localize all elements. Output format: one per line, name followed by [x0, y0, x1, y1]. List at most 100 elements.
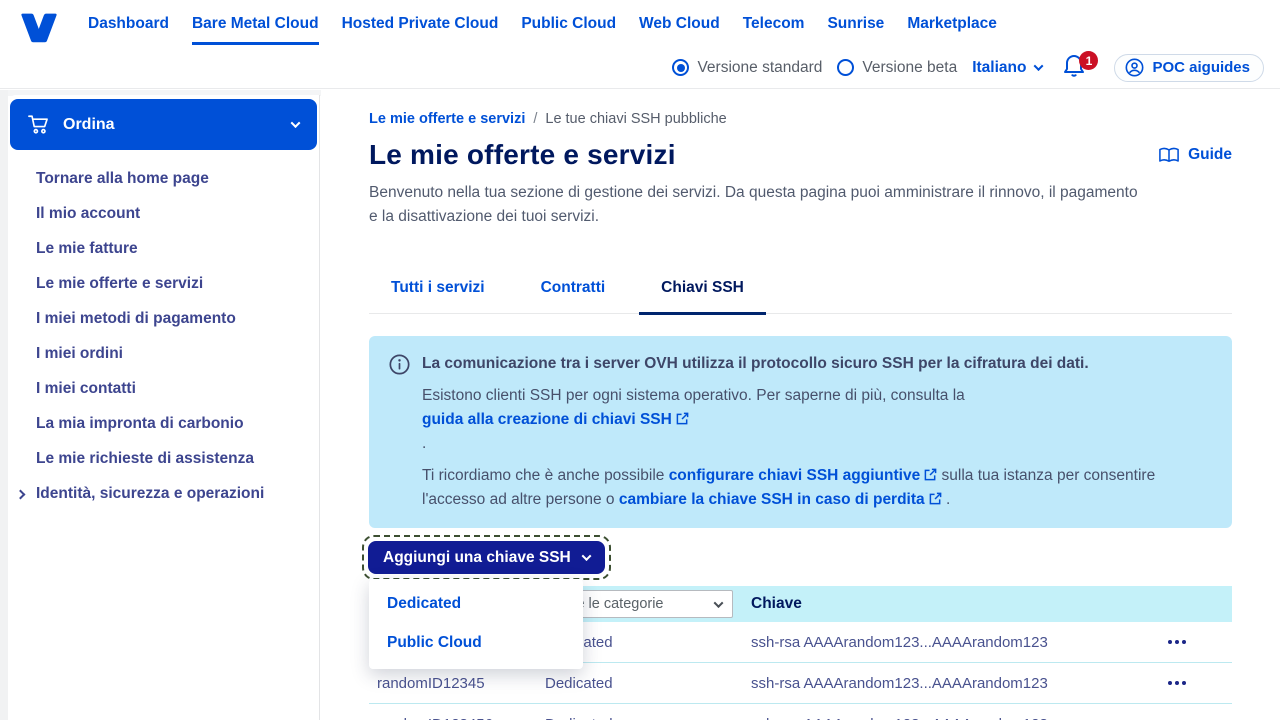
info-box-paragraph-2: Ti ricordiamo che è anche possibile conf… — [422, 464, 1208, 512]
notification-count-badge: 1 — [1079, 51, 1098, 70]
guide-link[interactable]: Guide — [1159, 146, 1232, 164]
chevron-down-icon — [714, 598, 724, 608]
external-link-icon — [929, 492, 942, 505]
nav-web-cloud[interactable]: Web Cloud — [639, 0, 720, 47]
sidebar-item-payment-methods[interactable]: I miei metodi di pagamento — [8, 302, 319, 337]
nav-marketplace[interactable]: Marketplace — [907, 0, 997, 47]
page-title: Le mie offerte e servizi — [369, 139, 676, 171]
nav-sunrise[interactable]: Sunrise — [827, 0, 884, 47]
breadcrumb-current: Le tue chiavi SSH pubbliche — [545, 111, 726, 127]
sidebar-item-services[interactable]: Le mie offerte e servizi — [8, 267, 319, 302]
row-actions-menu-button[interactable] — [1162, 673, 1192, 693]
language-selector[interactable]: Italiano — [972, 59, 1042, 77]
info-box-text: La comunicazione tra i server OVH utiliz… — [422, 352, 1208, 512]
nav-bare-metal-cloud[interactable]: Bare Metal Cloud — [192, 0, 319, 47]
key-column-header: Chiave — [751, 595, 1162, 613]
ssh-info-box: La comunicazione tra i server OVH utiliz… — [369, 336, 1232, 528]
info-box-title: La comunicazione tra i server OVH utiliz… — [422, 352, 1208, 376]
external-link-icon — [676, 412, 689, 425]
book-icon — [1159, 147, 1179, 164]
configure-additional-ssh-keys-link[interactable]: configurare chiavi SSH aggiuntive — [669, 467, 938, 484]
add-ssh-key-dropdown: Dedicated Public Cloud — [369, 579, 583, 669]
ssh-key-value: ssh-rsa AAAArandom123...AAAArandom123 — [751, 634, 1162, 651]
language-label: Italiano — [972, 59, 1026, 77]
notifications-button[interactable]: 1 — [1063, 53, 1085, 82]
link-label: configurare chiavi SSH aggiuntive — [669, 467, 921, 484]
info-text: Esistono clienti SSH per ogni sistema op… — [422, 387, 965, 404]
version-beta-radio[interactable]: Versione beta — [837, 59, 957, 77]
page-description: Benvenuto nella tua sezione di gestione … — [369, 181, 1147, 229]
ssh-key-category: Dedicated — [545, 675, 751, 692]
table-row: randomID123456 Dedicated ssh-rsa AAAAran… — [369, 704, 1232, 720]
user-icon — [1125, 58, 1144, 77]
version-standard-radio[interactable]: Versione standard — [672, 59, 822, 77]
breadcrumb-separator: / — [533, 111, 537, 127]
sidebar-item-support-requests[interactable]: Le mie richieste di assistenza — [8, 442, 319, 477]
title-row: Le mie offerte e servizi Guide — [369, 139, 1232, 171]
sidebar-item-carbon-footprint[interactable]: La mia impronta di carbonio — [8, 407, 319, 442]
ssh-key-creation-guide-link[interactable]: guida alla creazione di chiavi SSH — [422, 411, 689, 428]
order-button-label: Ordina — [63, 116, 115, 134]
info-box-paragraph-1: Esistono clienti SSH per ogni sistema op… — [422, 384, 1208, 456]
ovh-manager-page: Dashboard Bare Metal Cloud Hosted Privat… — [0, 0, 1280, 720]
guide-label: Guide — [1188, 146, 1232, 164]
ellipsis-icon — [1168, 640, 1172, 644]
utility-bar: Versione standard Versione beta Italiano… — [672, 53, 1264, 82]
nav-public-cloud[interactable]: Public Cloud — [521, 0, 616, 47]
version-beta-label: Versione beta — [862, 59, 957, 77]
sidebar: Ordina Tornare alla home page Il mio acc… — [8, 95, 320, 720]
ssh-key-id: randomID123456 — [369, 716, 545, 720]
table-row: randomID12345 Dedicated ssh-rsa AAAArand… — [369, 663, 1232, 704]
sidebar-item-orders[interactable]: I miei ordini — [8, 337, 319, 372]
sidebar-item-label: Identità, sicurezza e operazioni — [36, 485, 264, 502]
main-content: Le mie offerte e servizi / Le tue chiavi… — [321, 89, 1280, 720]
nav-hosted-private-cloud[interactable]: Hosted Private Cloud — [342, 0, 499, 47]
row-actions-menu-button[interactable] — [1162, 714, 1192, 720]
sidebar-item-account[interactable]: Il mio account — [8, 197, 319, 232]
nav-dashboard[interactable]: Dashboard — [88, 0, 169, 47]
chevron-down-icon — [1034, 61, 1044, 71]
top-header: Dashboard Bare Metal Cloud Hosted Privat… — [0, 0, 1280, 89]
sidebar-item-invoices[interactable]: Le mie fatture — [8, 232, 319, 267]
add-ssh-key-label: Aggiungi una chiave SSH — [383, 549, 571, 567]
menu-item-dedicated[interactable]: Dedicated — [369, 585, 583, 624]
radio-unselected-icon — [837, 59, 854, 76]
menu-item-public-cloud[interactable]: Public Cloud — [369, 624, 583, 663]
ssh-key-id: randomID12345 — [369, 675, 545, 692]
sidebar-item-identity-security[interactable]: Identità, sicurezza e operazioni — [8, 477, 319, 512]
tab-contracts[interactable]: Contratti — [519, 271, 628, 313]
primary-nav: Dashboard Bare Metal Cloud Hosted Privat… — [88, 0, 997, 47]
version-standard-label: Versione standard — [697, 59, 822, 77]
add-ssh-key-button[interactable]: Aggiungi una chiave SSH — [368, 541, 605, 574]
change-ssh-key-link[interactable]: cambiare la chiave SSH in caso di perdit… — [619, 491, 942, 508]
account-name: POC aiguides — [1152, 59, 1250, 76]
sidebar-item-home[interactable]: Tornare alla home page — [8, 162, 319, 197]
info-icon — [389, 354, 410, 375]
ssh-key-category: Dedicated — [545, 716, 751, 720]
focus-ring: Aggiungi una chiave SSH — [362, 535, 611, 580]
link-label: cambiare la chiave SSH in caso di perdit… — [619, 491, 925, 508]
tab-bar: Tutti i servizi Contratti Chiavi SSH — [369, 271, 1232, 314]
chevron-right-icon — [16, 490, 26, 500]
ssh-key-value: ssh-rsa AAAArandom123...AAAArandom123 — [751, 716, 1162, 720]
cart-icon — [28, 114, 50, 135]
info-text: Ti ricordiamo che è anche possibile — [422, 467, 669, 484]
breadcrumb: Le mie offerte e servizi / Le tue chiavi… — [369, 111, 1232, 127]
link-label: guida alla creazione di chiavi SSH — [422, 411, 672, 428]
order-button[interactable]: Ordina — [10, 99, 317, 150]
breadcrumb-parent-link[interactable]: Le mie offerte e servizi — [369, 111, 525, 127]
info-text: . — [422, 432, 1208, 456]
ovhcloud-logo-icon — [16, 6, 62, 48]
sidebar-item-contacts[interactable]: I miei contatti — [8, 372, 319, 407]
ssh-key-value: ssh-rsa AAAArandom123...AAAArandom123 — [751, 675, 1162, 692]
ovhcloud-logo[interactable] — [16, 6, 62, 53]
external-link-icon — [924, 468, 937, 481]
nav-telecom[interactable]: Telecom — [743, 0, 805, 47]
chevron-down-icon — [291, 118, 301, 128]
tab-all-services[interactable]: Tutti i servizi — [369, 271, 507, 313]
radio-selected-icon — [672, 59, 689, 76]
row-actions-menu-button[interactable] — [1162, 632, 1192, 652]
account-menu-button[interactable]: POC aiguides — [1114, 54, 1264, 82]
tab-ssh-keys[interactable]: Chiavi SSH — [639, 271, 766, 313]
info-text: . — [942, 491, 951, 508]
